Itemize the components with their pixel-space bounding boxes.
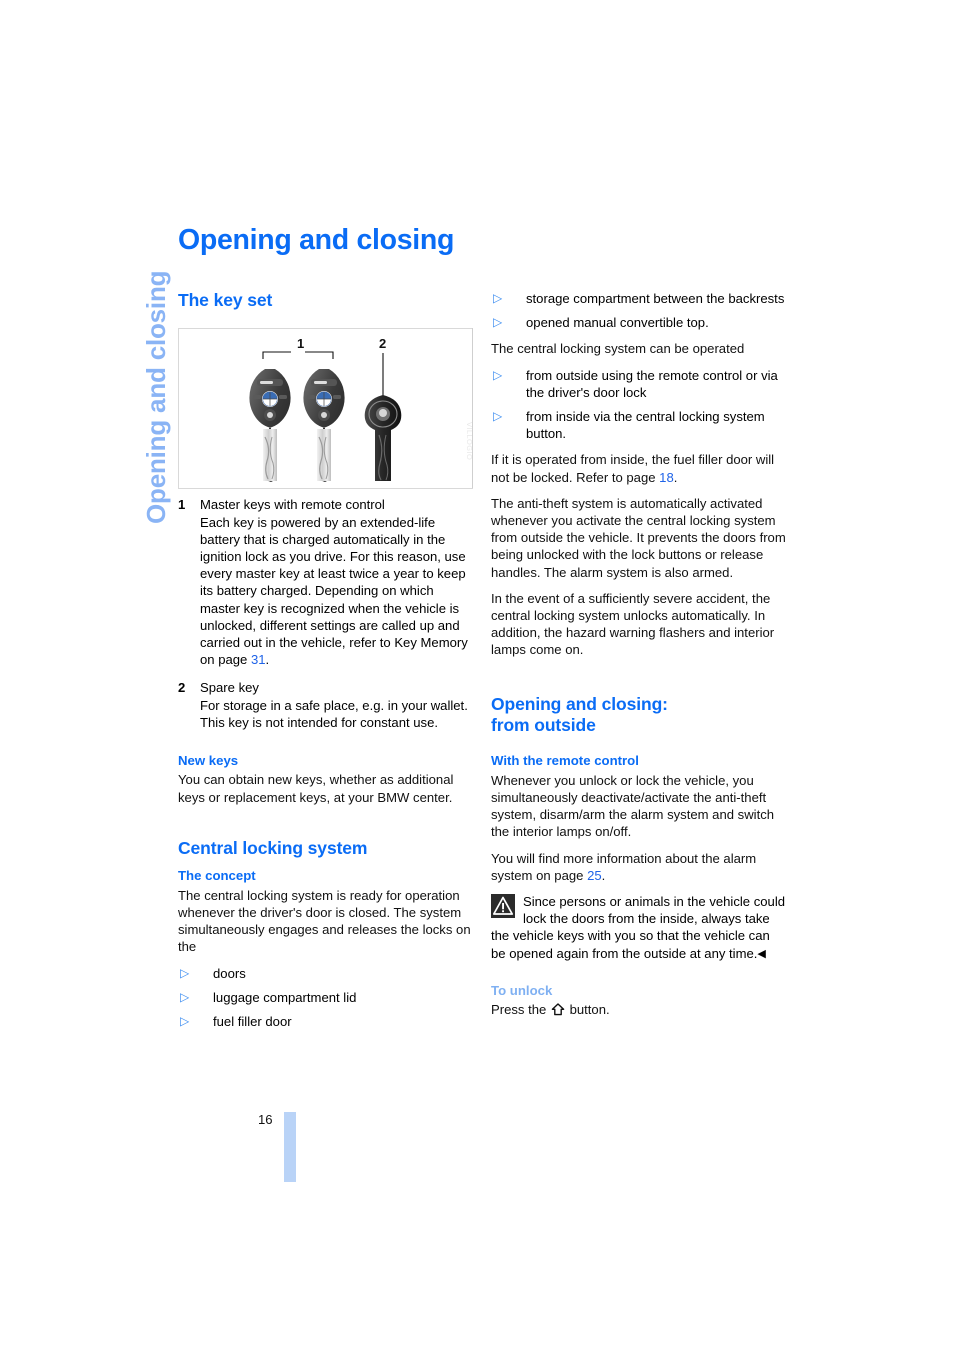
page-reference-link[interactable]: 25 bbox=[587, 868, 602, 883]
list-item: ▷ luggage compartment lid bbox=[178, 989, 473, 1006]
triangle-right-icon: ▷ bbox=[493, 315, 503, 330]
list-item: ▷ fuel filler door bbox=[178, 1013, 473, 1030]
triangle-right-icon: ▷ bbox=[493, 409, 503, 424]
legend-item-1: 1 Master keys with remote control Each k… bbox=[178, 496, 473, 668]
to-unlock-prefix: Press the bbox=[491, 1002, 550, 1018]
paragraph-inside-note: If it is operated from inside, the fuel … bbox=[491, 451, 786, 485]
paragraph-antitheft: The anti-theft system is automatically a… bbox=[491, 495, 786, 580]
page-number: 16 bbox=[258, 1112, 273, 1127]
paragraph-alarm-info: You will find more information about the… bbox=[491, 850, 786, 884]
list-item-label: luggage compartment lid bbox=[213, 989, 357, 1005]
legend-text-secondary: This key is not intended for constant us… bbox=[200, 714, 439, 730]
subheading-new-keys: New keys bbox=[178, 752, 239, 768]
legend-spacer bbox=[178, 668, 473, 679]
unlock-arrow-icon bbox=[551, 1003, 565, 1016]
chapter-side-tab: Opening and closing bbox=[97, 226, 171, 526]
paragraph-concept: The central locking system is ready for … bbox=[178, 887, 471, 955]
triangle-right-icon: ▷ bbox=[180, 989, 190, 1004]
list-item-label: from inside via the central locking syst… bbox=[526, 409, 765, 442]
section-heading-line-1: Opening and closing: bbox=[491, 693, 668, 714]
warning-text: Since persons or animals in the vehicle … bbox=[491, 893, 786, 962]
legend-item-2: 2 Spare key For storage in a safe place,… bbox=[178, 679, 473, 731]
key-set-figure: 1 2 bbox=[178, 328, 473, 489]
warning-triangle-icon bbox=[491, 894, 515, 919]
figure-code-label: VILLOGIO bbox=[465, 422, 474, 461]
unlock-arrow-glyph bbox=[551, 1003, 565, 1016]
figure-code: VILLOGIO bbox=[462, 422, 476, 488]
legend-text-tail: . bbox=[265, 652, 270, 668]
subheading-the-concept: The concept bbox=[178, 868, 256, 884]
page-reference-link[interactable]: 18 bbox=[659, 470, 674, 485]
legend-number: 1 bbox=[178, 497, 186, 513]
alarm-info-tail: . bbox=[601, 867, 606, 883]
legend-body: Spare key For storage in a safe place, e… bbox=[200, 679, 473, 731]
triangle-right-icon: ▷ bbox=[180, 1013, 190, 1028]
list-item-label: storage compartment between the backrest… bbox=[526, 291, 785, 306]
list-item: ▷ from inside via the central locking sy… bbox=[491, 408, 786, 442]
list-item: ▷ storage compartment between the backre… bbox=[491, 290, 786, 307]
paragraph-accident: In the event of a sufficiently severe ac… bbox=[491, 590, 775, 658]
paragraph-new-keys: You can obtain new keys, whether as addi… bbox=[178, 772, 454, 805]
section-heading-from-outside: Opening and closing: from outside bbox=[491, 694, 786, 737]
manual-page: Opening and closing Opening and closing … bbox=[0, 0, 954, 1351]
page-edge-marker bbox=[284, 1112, 296, 1182]
list-item-label: opened manual convertible top. bbox=[526, 315, 709, 331]
page-reference-link[interactable]: 31 bbox=[251, 652, 266, 667]
triangle-right-icon: ▷ bbox=[493, 291, 503, 305]
list-item-label: fuel filler door bbox=[213, 1013, 292, 1029]
legend-body: Master keys with remote control Each key… bbox=[200, 496, 473, 668]
alarm-info-text: You will find more information about the… bbox=[491, 850, 757, 883]
paragraph-remote: Whenever you unlock or lock the vehicle,… bbox=[491, 772, 775, 840]
warning-note: Since persons or animals in the vehicle … bbox=[491, 893, 786, 962]
section-heading-key-set: The key set bbox=[178, 290, 273, 310]
inside-note-text: If it is operated from inside, the fuel … bbox=[491, 452, 775, 485]
legend-title: Master keys with remote control bbox=[200, 497, 385, 513]
section-heading-central-locking: Central locking system bbox=[178, 837, 368, 858]
warning-message: Since persons or animals in the vehicle … bbox=[491, 894, 786, 961]
section-heading-line-2: from outside bbox=[491, 715, 596, 735]
subheading-to-unlock: To unlock bbox=[491, 982, 553, 998]
to-unlock-suffix: button. bbox=[565, 1002, 610, 1018]
paragraph-operated-intro: The central locking system can be operat… bbox=[491, 341, 745, 357]
warning-end-mark: ◀ bbox=[757, 947, 766, 960]
chapter-side-tab-label: Opening and closing bbox=[141, 270, 171, 524]
inside-note-tail: . bbox=[673, 469, 678, 485]
list-item-label: from outside using the remote control or… bbox=[526, 367, 778, 400]
legend-text: For storage in a safe place, e.g. in you… bbox=[200, 697, 468, 713]
subheading-with-remote-control: With the remote control bbox=[491, 753, 639, 769]
list-item: ▷ doors bbox=[178, 965, 473, 982]
legend-text: Each key is powered by an extended-life … bbox=[200, 514, 468, 668]
triangle-right-icon: ▷ bbox=[493, 367, 503, 382]
legend-number: 2 bbox=[178, 680, 186, 696]
legend-paragraph: Each key is powered by an extended-life … bbox=[200, 515, 468, 668]
warning-glyph bbox=[491, 894, 515, 919]
concept-bullet-list-continued: ▷ storage compartment between the backre… bbox=[491, 290, 786, 331]
paragraph-to-unlock: Press the button. bbox=[491, 1001, 786, 1018]
concept-bullet-list: ▷ doors ▷ luggage compartment lid ▷ fuel… bbox=[178, 965, 473, 1031]
operated-bullet-list: ▷ from outside using the remote control … bbox=[491, 367, 786, 443]
svg-text:2: 2 bbox=[379, 336, 386, 351]
svg-text:1: 1 bbox=[297, 336, 304, 351]
right-column: ▷ storage compartment between the backre… bbox=[491, 290, 786, 1028]
list-item: ▷ opened manual convertible top. bbox=[491, 314, 786, 331]
page-title: Opening and closing bbox=[178, 224, 455, 256]
legend-title: Spare key bbox=[200, 680, 259, 696]
key-set-illustration: 1 2 bbox=[179, 329, 472, 488]
list-item-label: doors bbox=[213, 965, 246, 981]
list-item: ▷ from outside using the remote control … bbox=[491, 367, 786, 401]
triangle-right-icon: ▷ bbox=[180, 965, 190, 980]
